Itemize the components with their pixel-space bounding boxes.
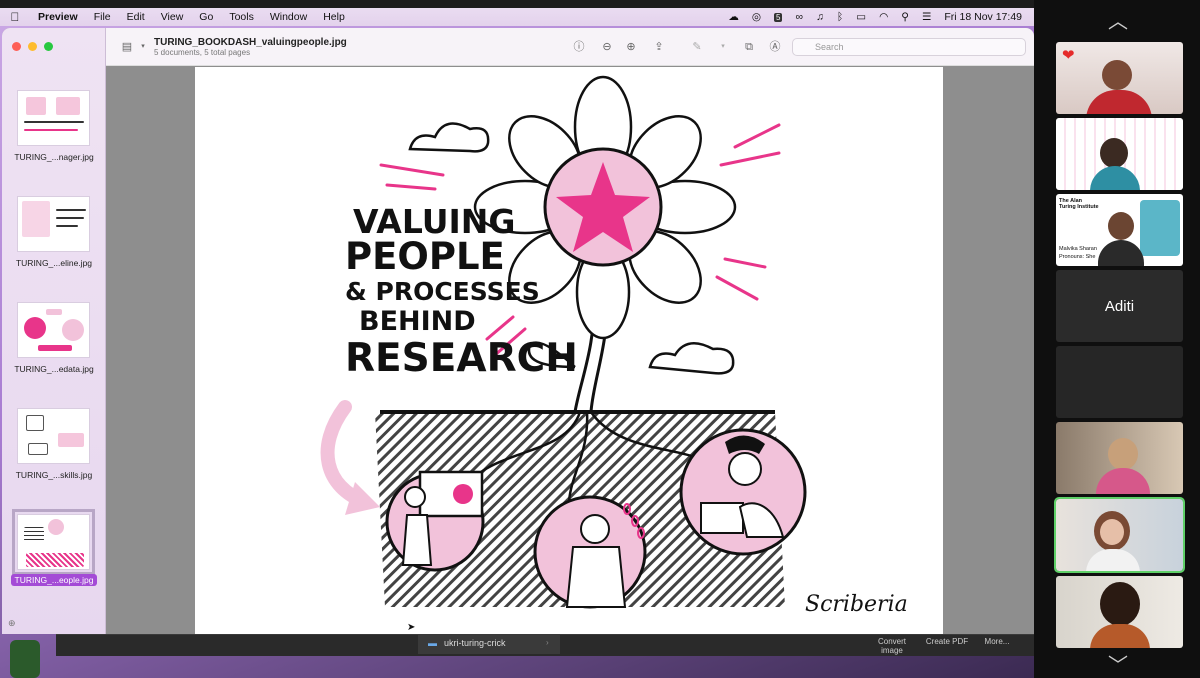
rotate-icon[interactable]: ⧉ [742,40,756,54]
menu-tools[interactable]: Tools [221,11,262,23]
tile-caption-2: Malvika Sharan [1059,246,1097,252]
participant-tile-6[interactable] [1056,422,1183,494]
headphones-icon[interactable]: ♫ [816,11,824,23]
sidebar-toggle-icon[interactable]: ▤ [120,40,134,54]
wifi-icon[interactable]: ◠ [879,11,888,23]
zoom-button[interactable] [44,42,53,51]
thumbnail-label-2[interactable]: TURING_...eline.jpg [6,258,102,268]
participant-tile-7-active[interactable] [1054,497,1185,573]
thumbnail-label-1[interactable]: TURING_...nager.jpg [6,152,102,162]
participant-tile-3[interactable]: The Alan Turing Institute Malvika Sharan… [1056,194,1183,266]
artwork-title: VALUING PEOPLE & PROCESSES BEHIND RESEAR… [345,202,578,381]
mouse-cursor-icon: ➤ [407,622,416,633]
desktop-screen:  Preview File Edit View Go Tools Window… [0,0,1034,678]
search-input[interactable]: Search [792,38,1026,56]
close-button[interactable] [12,42,21,51]
glasses-icon[interactable]: ∞ [795,11,803,23]
thumbnail-sidebar: TURING_...nager.jpg TURING_...eline.jpg … [2,28,106,634]
document-subtitle: 5 documents, 5 total pages [154,48,251,57]
person-circle-left [385,470,485,572]
participant-tile-4[interactable]: Aditi [1056,270,1183,342]
thumbnail-3[interactable] [17,302,90,358]
artwork-line-2: PEOPLE [345,235,505,278]
chevron-right-icon: › [546,638,549,647]
document-title: TURING_BOOKDASH_valuingpeople.jpg [154,37,347,48]
apple-menu-icon[interactable]:  [0,10,30,24]
cloud-icon[interactable]: ☁ [728,11,739,23]
thumbnail-label-3[interactable]: TURING_...edata.jpg [6,364,102,374]
zoom-in-icon[interactable]: ⊕ [624,40,638,54]
image-canvas: VALUING PEOPLE & PROCESSES BEHIND RESEAR… [195,67,943,634]
dock-app-icon[interactable] [10,640,40,678]
folder-label: ukri-turing-crick [444,638,506,648]
artwork-line-1: VALUING [353,202,516,241]
status-area: ☁ ◎ 5 ∞ ♫ ᛒ ▭ ◠ ⚲ ☰ Fri 18 Nov 17:49 [728,11,1034,23]
creative-cloud-icon[interactable]: ◎ [752,11,761,23]
chevron-down-icon-2[interactable]: ▾ [716,40,730,54]
heart-reaction-icon: ❤ [1062,47,1075,64]
create-pdf-action[interactable]: Create PDF [922,637,972,646]
control-center-icon[interactable]: ☰ [922,11,931,23]
preview-window: TURING_...nager.jpg TURING_...eline.jpg … [2,28,1034,634]
folder-icon: ▬ [428,638,437,648]
menu-preview[interactable]: Preview [30,11,86,23]
participant-tile-1[interactable]: ❤ [1056,42,1183,114]
menu-bar:  Preview File Edit View Go Tools Window… [0,8,1034,26]
chevron-up-icon[interactable]: ︿ [1106,12,1130,32]
markup-icon[interactable]: Ⓐ [768,40,782,54]
scriberia-signature: Scriberia [805,592,908,617]
toolbar: ▤ ▾ TURING_BOOKDASH_valuingpeople.jpg 5 … [106,28,1034,66]
search-icon[interactable]: ⚲ [901,11,909,23]
thumbnail-1[interactable] [17,90,90,146]
chevron-down-icon-3[interactable]: ﹀ [1106,656,1130,676]
menu-view[interactable]: View [153,11,192,23]
video-participants-panel: ︿ ❤ The Alan Turing Institute Malvika Sh… [1034,0,1200,678]
finder-folder-item[interactable]: ▬ ukri-turing-crick › [418,634,560,654]
cloud-left [408,122,490,153]
tile-caption-1: The Alan Turing Institute [1059,198,1099,210]
info-icon[interactable]: ⓘ [572,40,586,54]
menu-window[interactable]: Window [262,11,315,23]
chevron-down-icon[interactable]: ▾ [136,40,150,54]
add-icon[interactable]: ⊕ [8,618,16,629]
markup-pen-icon[interactable]: ✎ [690,40,704,54]
participant-tile-5[interactable] [1056,346,1183,418]
menu-file[interactable]: File [86,11,119,23]
app-5-icon[interactable]: 5 [774,12,783,22]
minimize-button[interactable] [28,42,37,51]
thumbnail-label-4[interactable]: TURING_...skills.jpg [6,470,102,480]
share-icon[interactable]: ⇪ [652,40,666,54]
tile-caption-3: Pronouns: She [1059,254,1096,260]
participant-tile-8[interactable] [1056,576,1183,648]
participant-name: Aditi [1104,297,1135,315]
cloud-right [648,342,735,375]
person-circle-middle [533,495,647,609]
thumbnail-2[interactable] [17,196,90,252]
thumbnail-4[interactable] [17,408,90,464]
zoom-out-icon[interactable]: ⊖ [600,40,614,54]
menu-help[interactable]: Help [315,11,353,23]
participant-tile-2[interactable] [1056,118,1183,190]
battery-icon[interactable]: ▭ [856,11,866,23]
menu-edit[interactable]: Edit [119,11,153,23]
more-action[interactable]: More... [982,637,1012,646]
clock[interactable]: Fri 18 Nov 17:49 [944,11,1022,23]
artwork-line-3: & PROCESSES [345,277,540,306]
person-circle-right [679,428,807,556]
menu-go[interactable]: Go [191,11,221,23]
artwork-line-4: BEHIND [359,306,476,337]
artwork-line-5: RESEARCH [345,336,578,381]
thumbnail-5[interactable] [12,509,95,575]
bluetooth-icon[interactable]: ᛒ [837,11,843,23]
thumbnail-label-5[interactable]: TURING_...eople.jpg [11,574,97,586]
convert-image-action[interactable]: Convert image [872,637,912,655]
